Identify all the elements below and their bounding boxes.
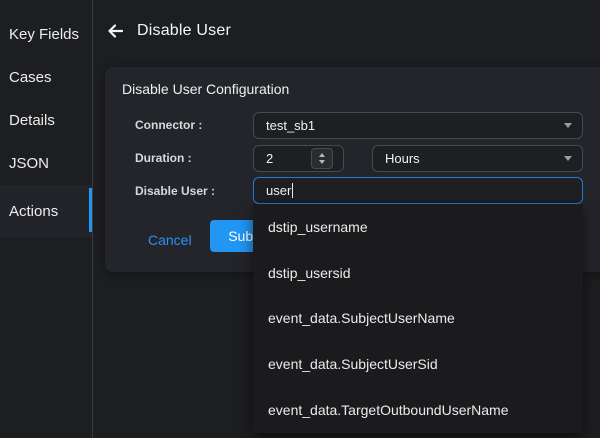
- chevron-down-icon: [564, 156, 572, 161]
- autocomplete-option[interactable]: event_data.SubjectUserSid: [253, 341, 583, 387]
- disable-user-input[interactable]: user: [253, 177, 583, 204]
- cancel-button[interactable]: Cancel: [148, 230, 192, 250]
- connector-value: test_sb1: [266, 118, 564, 133]
- duration-unit-value: Hours: [385, 151, 564, 166]
- back-button[interactable]: [105, 21, 125, 41]
- autocomplete-option[interactable]: event_data.SubjectUserName: [253, 296, 583, 342]
- duration-input[interactable]: 2: [253, 145, 344, 172]
- page-title: Disable User: [137, 22, 231, 40]
- stepper-up-icon: [319, 153, 325, 157]
- sidebar-item-label: Actions: [9, 203, 58, 220]
- sidebar-item-cases[interactable]: Cases: [0, 56, 92, 99]
- disable-user-label: Disable User :: [135, 184, 215, 198]
- duration-unit-select[interactable]: Hours: [372, 145, 583, 172]
- text-cursor: [292, 183, 293, 198]
- page-header: Disable User: [105, 18, 231, 44]
- autocomplete-dropdown: dstip_username dstip_usersid event_data.…: [253, 204, 583, 433]
- connector-label: Connector :: [135, 118, 202, 132]
- sidebar-item-key-fields[interactable]: Key Fields: [0, 13, 92, 56]
- arrow-left-icon: [107, 24, 123, 38]
- sidebar: Key Fields Cases Details JSON Actions: [0, 0, 93, 438]
- stepper-down-icon: [319, 160, 325, 164]
- sidebar-nav: Key Fields Cases Details JSON Actions: [0, 0, 92, 238]
- connector-select[interactable]: test_sb1: [253, 112, 583, 139]
- sidebar-item-json[interactable]: JSON: [0, 142, 92, 185]
- autocomplete-option[interactable]: event_data.TargetOutboundUserName: [253, 387, 583, 433]
- disable-user-value: user: [266, 183, 291, 198]
- sidebar-item-actions[interactable]: Actions: [0, 185, 92, 238]
- number-stepper[interactable]: [311, 148, 333, 169]
- card-title: Disable User Configuration: [122, 81, 289, 97]
- chevron-down-icon: [564, 123, 572, 128]
- sidebar-item-details[interactable]: Details: [0, 99, 92, 142]
- autocomplete-option[interactable]: dstip_username: [253, 204, 583, 250]
- autocomplete-option[interactable]: dstip_usersid: [253, 250, 583, 296]
- duration-value: 2: [266, 151, 273, 166]
- duration-label: Duration :: [135, 151, 192, 165]
- active-indicator-bar: [89, 188, 92, 232]
